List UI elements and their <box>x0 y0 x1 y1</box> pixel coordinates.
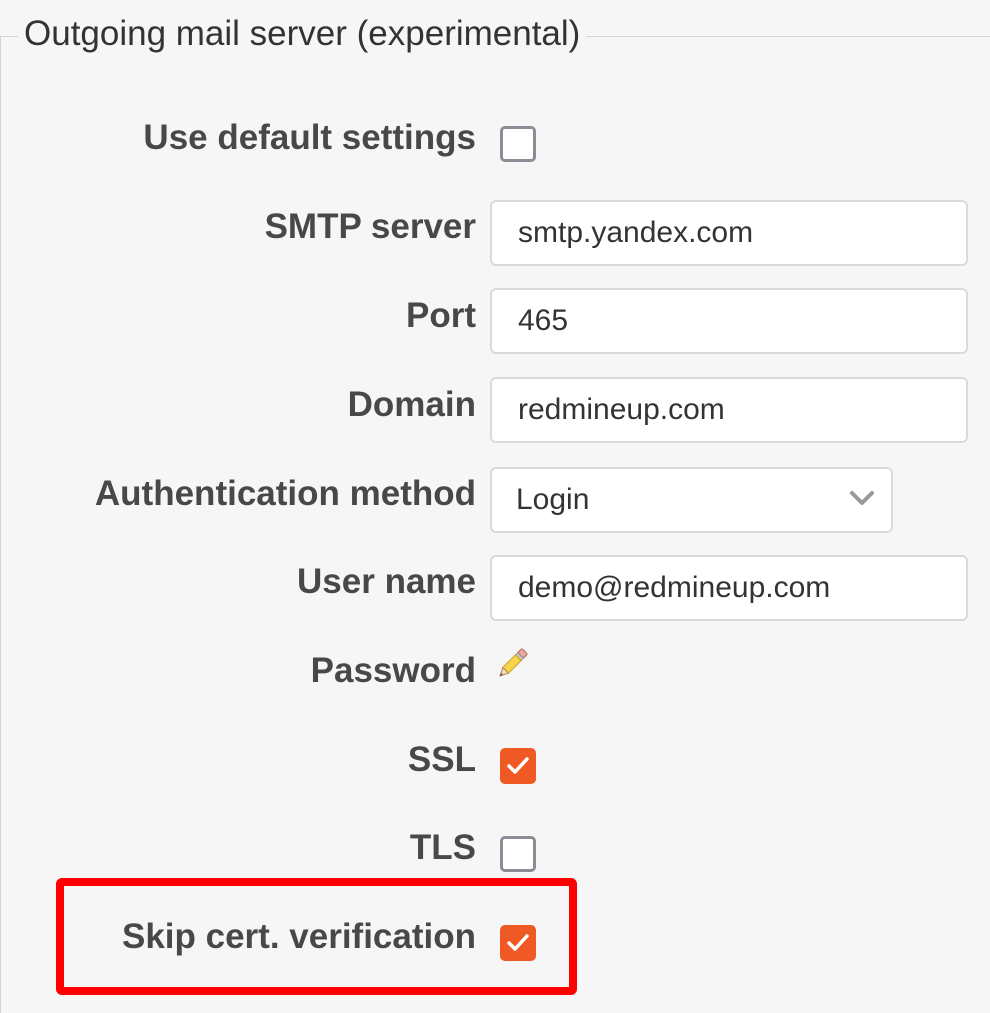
domain-label: Domain <box>347 385 476 424</box>
auth-method-label: Authentication method <box>94 474 476 513</box>
use-default-row: Use default settings <box>0 116 990 184</box>
password-label: Password <box>310 651 476 690</box>
pencil-icon[interactable] <box>492 644 532 684</box>
smtp-server-label: SMTP server <box>264 207 476 246</box>
use-default-checkbox[interactable] <box>500 126 536 162</box>
tls-checkbox[interactable] <box>500 836 536 872</box>
auth-method-select[interactable]: Login <box>490 467 893 533</box>
auth-method-value: Login <box>516 483 590 516</box>
user-name-label: User name <box>297 562 476 601</box>
ssl-row: SSL <box>0 738 990 806</box>
highlight-box <box>56 878 577 995</box>
port-label: Port <box>406 296 476 335</box>
use-default-label: Use default settings <box>143 118 476 157</box>
chevron-down-icon <box>850 491 874 505</box>
domain-input[interactable] <box>490 377 968 443</box>
ssl-checkbox[interactable] <box>500 748 536 784</box>
tls-label: TLS <box>409 828 476 867</box>
user-name-input[interactable] <box>490 555 968 621</box>
port-input[interactable] <box>490 288 968 354</box>
checkmark-icon <box>507 757 529 774</box>
fieldset-legend: Outgoing mail server (experimental) <box>18 12 587 56</box>
ssl-label: SSL <box>407 740 476 779</box>
smtp-server-input[interactable] <box>490 200 968 266</box>
